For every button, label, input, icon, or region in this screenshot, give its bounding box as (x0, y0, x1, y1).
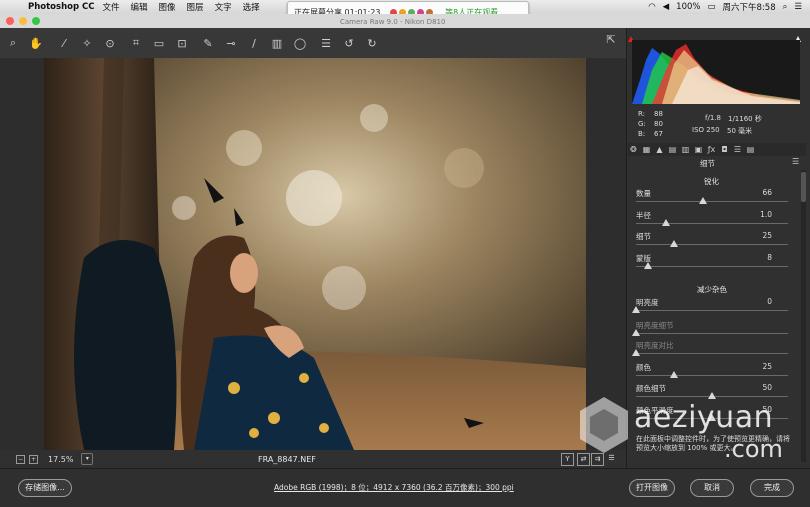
focal-length-value: 50 毫米 (727, 127, 753, 135)
slider-thumb (632, 349, 640, 356)
rotate-right-icon[interactable]: ↻ (362, 33, 382, 53)
slider-thumb (632, 329, 640, 336)
slider-thumb[interactable] (632, 306, 640, 313)
histogram (632, 40, 800, 104)
iso-value: ISO 250 (692, 126, 720, 134)
white-balance-icon[interactable]: ⁄ (54, 33, 74, 53)
slider-value[interactable]: 50 (762, 383, 772, 392)
fullscreen-icon[interactable]: ⇱ (602, 33, 620, 51)
tab-tone-curve-icon[interactable]: ▦ (641, 145, 652, 154)
save-image-button[interactable]: 存储图像... (18, 479, 72, 497)
transform-icon[interactable]: ⊡ (172, 33, 192, 53)
menu-app-name[interactable]: Photoshop CC (28, 2, 95, 12)
radial-filter-icon[interactable]: ◯ (290, 33, 310, 53)
rgb-r-value: 88 (654, 110, 663, 118)
menu-image[interactable]: 图像 (159, 1, 176, 13)
hand-icon[interactable]: ✋ (26, 33, 46, 53)
slider-thumb[interactable] (662, 219, 671, 226)
menu-list-icon[interactable]: ☰ (794, 2, 802, 12)
tab-snapshots-icon[interactable]: ▤ (745, 145, 756, 154)
straighten-icon[interactable]: ▭ (149, 33, 169, 53)
crop-icon[interactable]: ⌗ (126, 33, 146, 53)
slider-thumb[interactable] (670, 371, 678, 378)
slider-value[interactable]: 25 (762, 231, 772, 240)
slider-value[interactable]: 8 (767, 253, 772, 262)
cancel-button[interactable]: 取消 (690, 479, 734, 497)
shutter-value: 1/1160 秒 (728, 115, 762, 123)
workflow-options-link[interactable]: Adobe RGB (1998)；8 位；4912 x 7360 (36.2 百… (274, 482, 514, 493)
zoom-dropdown-icon[interactable]: ▾ (81, 453, 94, 465)
zoom-level[interactable]: 17.5% (48, 455, 73, 464)
menu-select[interactable]: 选择 (243, 1, 260, 13)
aperture-value: f/1.8 (705, 114, 721, 122)
tab-detail-icon[interactable]: ▲ (654, 145, 665, 154)
tab-effects-icon[interactable]: ƒx (706, 145, 717, 154)
zoom-window-icon[interactable] (32, 17, 40, 25)
window-title: Camera Raw 9.0 - Nikon D810 (340, 18, 446, 26)
tab-camera-calibration-icon[interactable]: ◘ (719, 145, 730, 154)
spot-removal-icon[interactable]: ✎ (198, 33, 218, 53)
status-area: ◠ ◀ 100% ▭ 周六下午8:58 ⌕ ☰ (648, 0, 802, 14)
minimize-window-icon[interactable] (19, 17, 27, 25)
tab-split-toning-icon[interactable]: ▥ (680, 145, 691, 154)
red-eye-icon[interactable]: ⊸ (221, 33, 241, 53)
color-sampler-icon[interactable]: ✧ (77, 33, 97, 53)
slider-value[interactable]: 25 (762, 362, 772, 371)
zoom-icon[interactable]: ⌕ (3, 33, 23, 53)
slider-value[interactable]: 0 (767, 297, 772, 306)
slider-thumb[interactable] (698, 197, 707, 204)
volume-icon[interactable]: ◀ (663, 2, 670, 12)
noise-reduction-heading: 减少杂色 (697, 285, 727, 294)
clock[interactable]: 周六下午8:58 (723, 1, 776, 13)
slider-value[interactable]: 66 (762, 188, 772, 197)
slider-thumb[interactable] (644, 262, 653, 269)
battery-icon[interactable]: ▭ (707, 2, 715, 12)
preview-image[interactable] (44, 58, 586, 450)
exif-info: R: 88 G: 80 B: 67 f/1.8 1/1160 秒 ISO 250… (638, 110, 762, 138)
panel-title: 细节 (700, 159, 715, 168)
tab-hsl-icon[interactable]: ▤ (667, 145, 678, 154)
panel-tabs: ❂ ▦ ▲ ▤ ▥ ▣ ƒx ◘ ☰ ▤ (628, 143, 806, 156)
graduated-filter-icon[interactable]: ▥ (267, 33, 287, 53)
targeted-adjust-icon[interactable]: ⊙ (100, 33, 120, 53)
open-image-button[interactable]: 打开图像 (629, 479, 675, 497)
panel-menu-icon[interactable]: ☰ (792, 157, 799, 166)
slider-value[interactable]: 1.0 (760, 210, 772, 219)
file-name: FRA_8847.NEF (258, 455, 316, 464)
zoom-out-button[interactable]: − (16, 454, 25, 464)
menu-layer[interactable]: 图层 (187, 1, 204, 13)
menu-edit[interactable]: 编辑 (131, 1, 148, 13)
slider-masking[interactable]: 蒙版 8 (636, 253, 792, 279)
tool-bar: ⌕ ✋ ⁄ ✧ ⊙ ⌗ ▭ ⊡ ✎ ⊸ / ▥ ◯ ☰ ↺ ↻ ⇱ (0, 28, 626, 58)
panel-scroll-thumb[interactable] (801, 172, 806, 202)
tab-presets-icon[interactable]: ☰ (732, 145, 743, 154)
menu-type[interactable]: 文字 (215, 1, 232, 13)
adjustment-brush-icon[interactable]: / (244, 33, 264, 53)
watermark-text: aeziyuan (634, 400, 774, 435)
rgb-b-value: 67 (654, 130, 663, 138)
tab-basic-icon[interactable]: ❂ (628, 145, 639, 154)
battery-percent: 100% (676, 2, 701, 12)
done-button[interactable]: 完成 (750, 479, 794, 497)
menu-file[interactable]: 文件 (103, 1, 120, 13)
rgb-g-value: 80 (654, 120, 663, 128)
presets-list-icon[interactable]: ☰ (316, 33, 336, 53)
watermark-suffix: .com (724, 435, 783, 463)
sharpen-heading: 锐化 (704, 177, 719, 186)
slider-thumb[interactable] (670, 240, 678, 247)
zoom-in-button[interactable]: + (29, 454, 38, 464)
close-window-icon[interactable] (6, 17, 14, 25)
wifi-icon[interactable]: ◠ (648, 2, 655, 12)
rotate-left-icon[interactable]: ↺ (339, 33, 359, 53)
search-icon[interactable]: ⌕ (783, 2, 788, 12)
tab-lens-icon[interactable]: ▣ (693, 145, 704, 154)
panel-scrollbar[interactable] (801, 170, 806, 462)
